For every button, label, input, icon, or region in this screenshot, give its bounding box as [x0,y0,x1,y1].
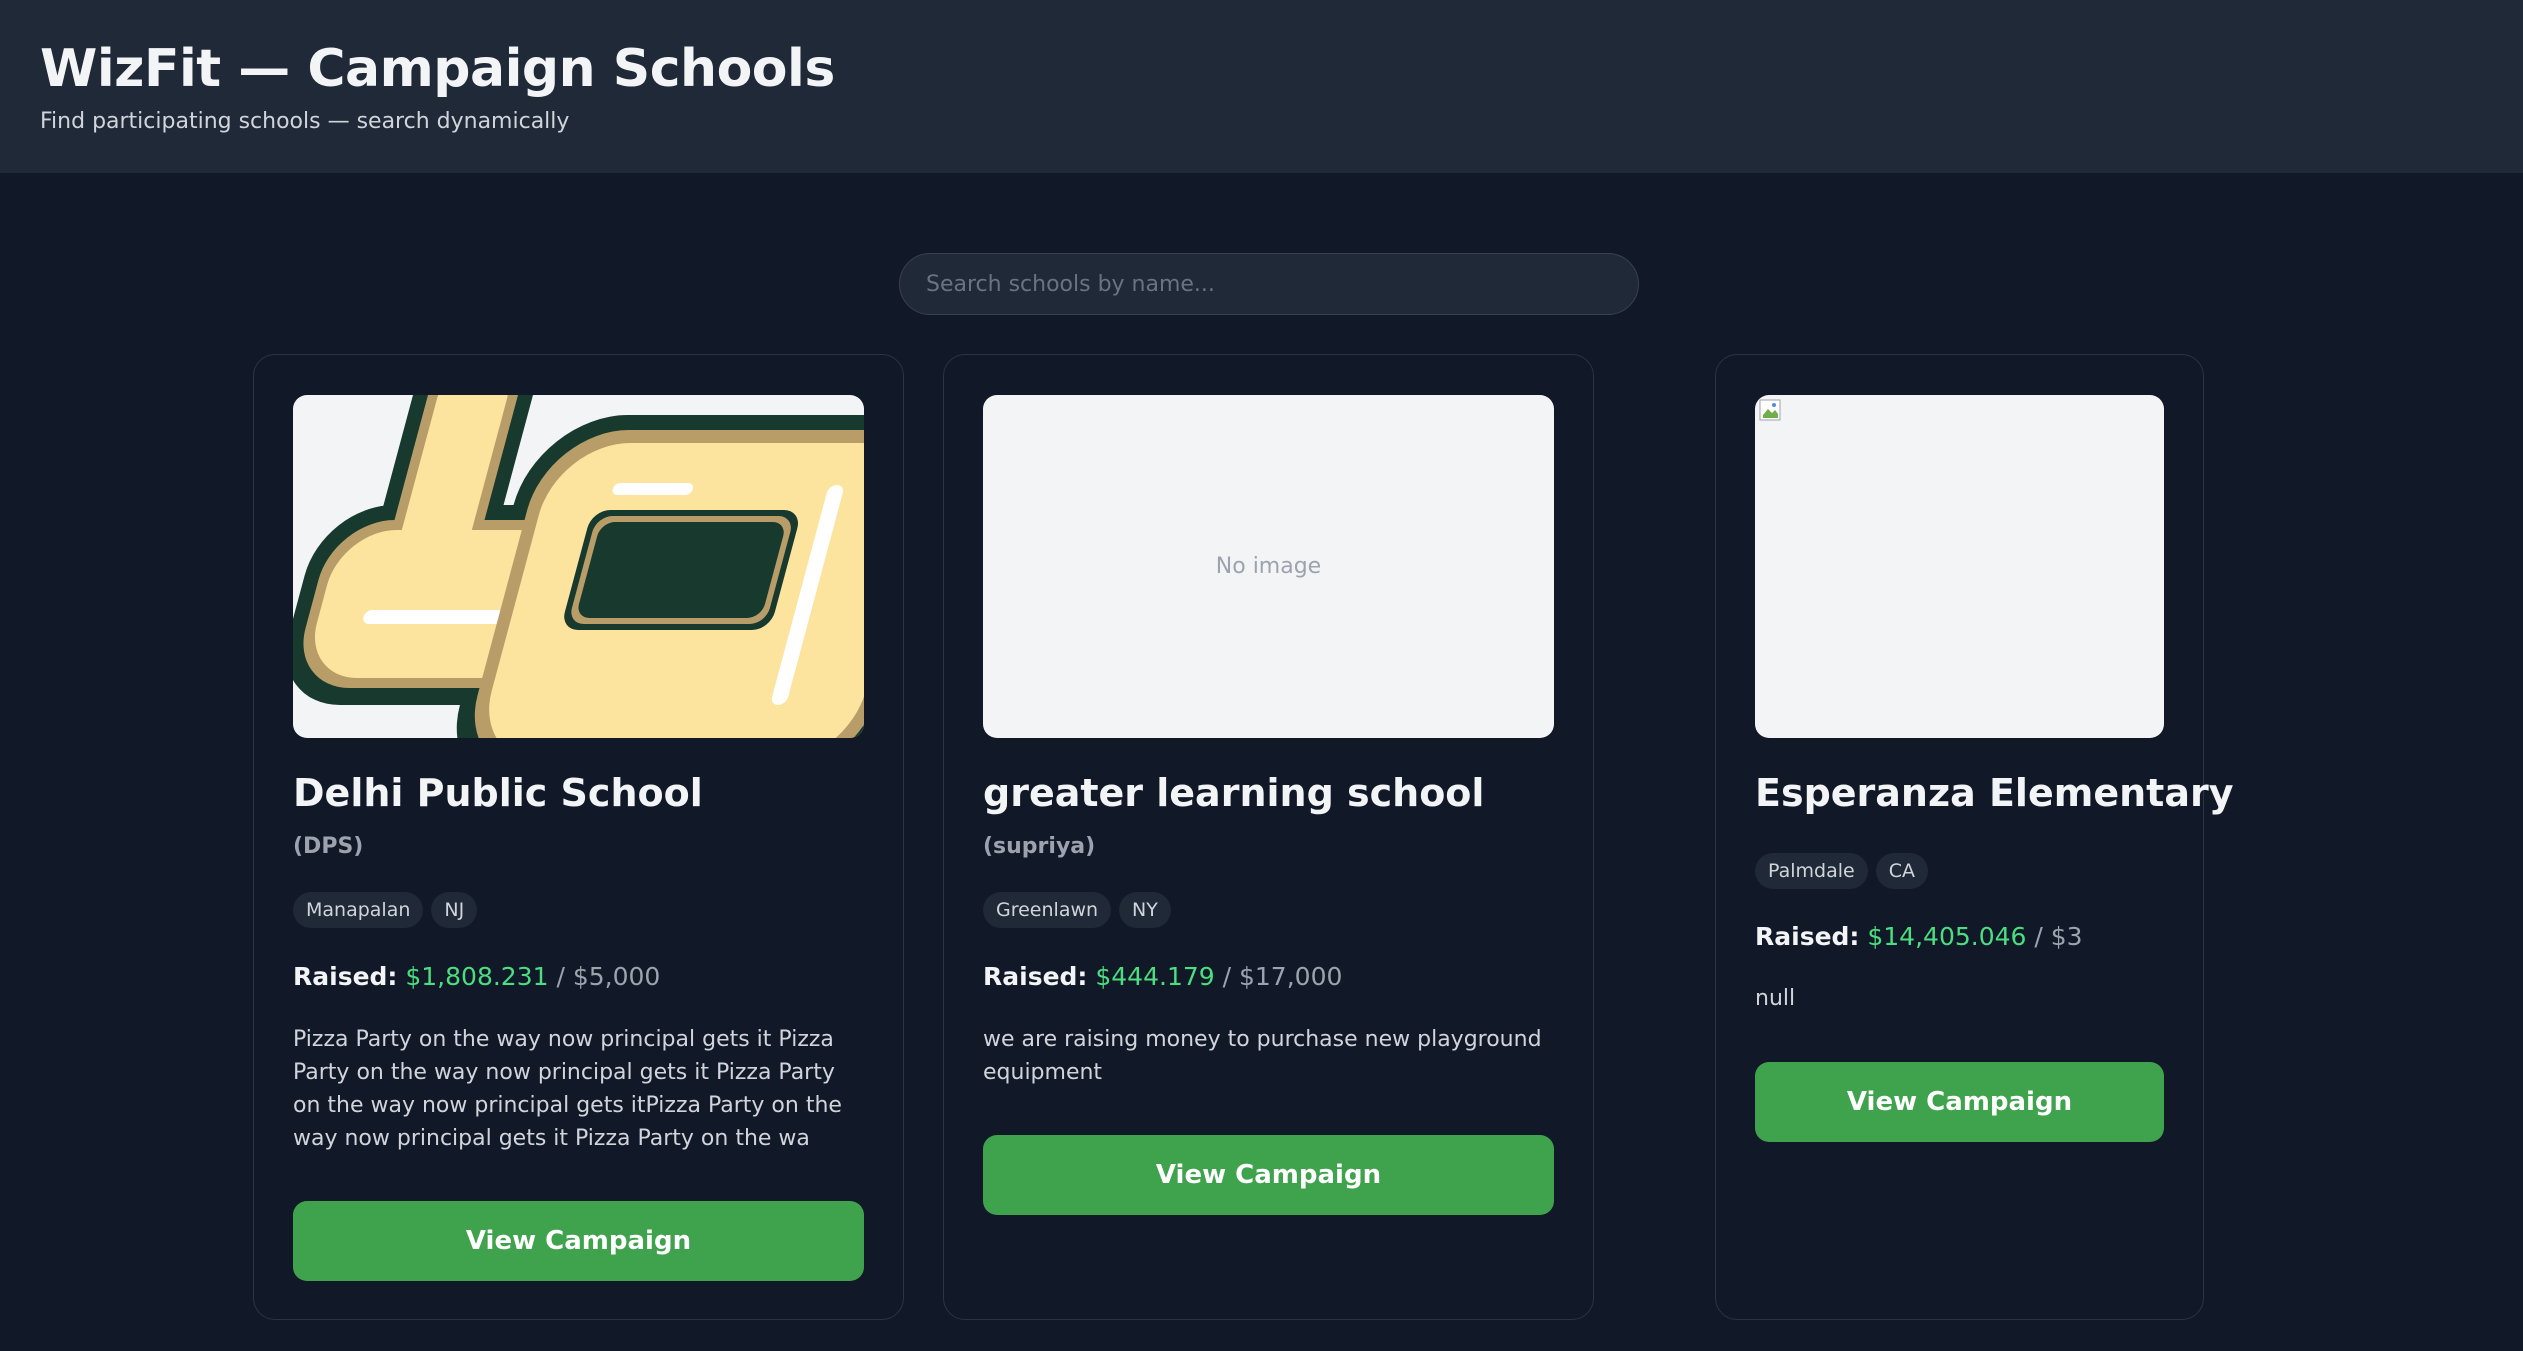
raised-amount: Raised: $1,808.231 / $5,000 [293,962,660,991]
page-title: WizFit — Campaign Schools [40,39,835,99]
campaign-description: we are raising money to purchase new pla… [983,1027,1542,1085]
goal-value: / $17,000 [1222,962,1343,991]
no-image-text: No image [1215,554,1322,579]
page-subtitle: Find participating schools — search dyna… [40,109,570,134]
raised-label: Raised: [1755,922,1860,951]
city-tag: Greenlawn [983,892,1112,928]
raised-amount: Raised: $444.179 / $17,000 [983,962,1342,991]
campaign-description: null [1755,986,1796,1011]
page-header: WizFit — Campaign Schools Find participa… [0,0,2523,173]
view-campaign-button[interactable]: View Campaign [293,1201,864,1281]
school-card: Delhi Public School (DPS) Manapalan NJ R… [253,354,904,1320]
goal-value: / $3 [2034,922,2083,951]
state-tag: CA [1875,853,1928,889]
school-logo-image [293,395,864,738]
school-name: Esperanza Elementary [1755,771,2234,815]
search-input[interactable] [899,253,1639,315]
school-image-placeholder: No image [983,395,1554,738]
school-card: No image greater learning school (supriy… [943,354,1594,1320]
school-card: Esperanza Elementary Palmdale CA Raised:… [1715,354,2233,1320]
school-name: greater learning school [983,771,1485,815]
campaign-description: Pizza Party on the way now principal get… [293,1027,842,1151]
raised-value: $1,808.231 [405,962,549,991]
school-name: Delhi Public School [293,771,703,815]
location-tags: Palmdale CA [1755,853,1928,889]
view-campaign-button[interactable]: View Campaign [983,1135,1554,1215]
raised-value: $444.179 [1095,962,1215,991]
city-tag: Palmdale [1755,853,1868,889]
location-tags: Manapalan NJ [293,892,478,928]
school-image [1755,395,2164,738]
school-logo [293,395,864,738]
view-campaign-button[interactable]: View Campaign [1755,1062,2164,1142]
city-tag: Manapalan [293,892,424,928]
location-tags: Greenlawn NY [983,892,1171,928]
goal-value: / $5,000 [556,962,661,991]
raised-amount: Raised: $14,405.046 / $3 [1755,922,2083,951]
broken-image-icon [1759,399,1781,421]
raised-value: $14,405.046 [1867,922,2027,951]
school-abbreviation: (DPS) [293,834,364,859]
state-tag: NJ [431,892,478,928]
raised-label: Raised: [983,962,1088,991]
state-tag: NY [1119,892,1171,928]
raised-label: Raised: [293,962,398,991]
school-abbreviation: (supriya) [983,834,1096,859]
